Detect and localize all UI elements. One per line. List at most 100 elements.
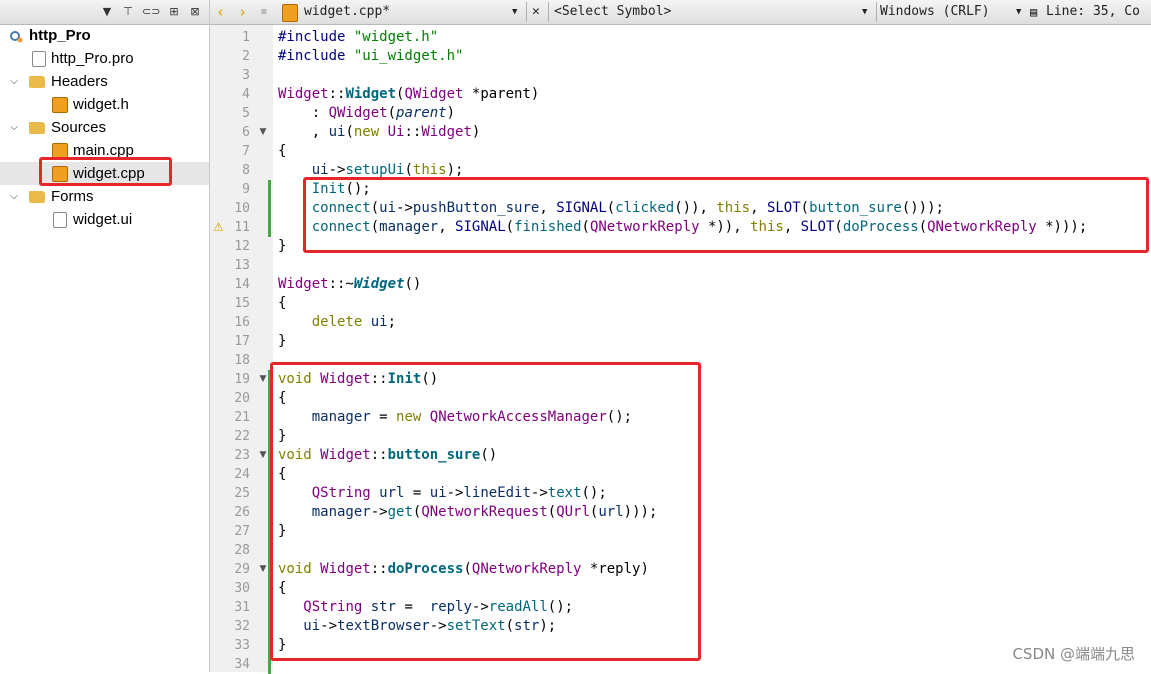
line-number: 28 [234,543,250,558]
line-number: 1 [242,30,250,45]
code-token: } [278,238,287,254]
code-token: ( [404,162,413,178]
fold-arrow-icon[interactable]: ▼ [258,123,268,142]
code-line[interactable]: , ui(new Ui::Widget) [278,123,481,142]
line-number: 27 [234,524,250,539]
code-token: ; [387,314,397,330]
code-token: ::~ [328,276,354,292]
tree-item-label: widget.ui [73,211,133,228]
code-token: : [278,105,329,121]
highlight-box [303,177,1149,253]
tree-item-sources[interactable]: ⌵ Sources [0,116,209,139]
forward-arrow-icon[interactable]: › [238,0,247,24]
line-number: 34 [234,657,250,672]
code-token: setupUi [345,162,405,178]
code-line[interactable]: delete ui; [278,313,396,332]
chevron-down-icon[interactable]: ▼ [1016,0,1021,24]
line-number: 31 [234,600,250,615]
code-line[interactable]: Widget::~Widget() [278,275,421,294]
line-number: 16 [234,315,250,330]
code-line[interactable]: : QWidget(parent) [278,104,455,123]
fold-arrow-icon[interactable]: ▼ [258,560,268,579]
tree-item-widget-h[interactable]: widget.h [0,93,209,116]
cursor-position[interactable]: Line: 35, Co [1046,0,1140,24]
change-marker [268,180,271,237]
link-icon[interactable]: ⊂⊃ [142,4,160,20]
split-icon[interactable]: ⊞ [166,4,182,20]
code-token: () [404,276,422,292]
folder-icon [29,122,45,134]
tree-item-label: Sources [51,119,107,136]
code-token: { [278,295,287,311]
code-line[interactable]: #include "ui_widget.h" [278,47,463,66]
warning-icon[interactable]: ⚠ [213,218,227,237]
line-number: 24 [234,467,250,482]
line-ending-selector[interactable]: Windows (CRLF) [880,0,990,24]
line-number: 8 [242,163,250,178]
code-line[interactable]: } [278,332,286,351]
code-token: Widget [278,276,329,292]
close-document-icon[interactable]: ✕ [532,0,540,24]
back-arrow-icon[interactable]: ‹ [216,0,225,24]
cpp-file-icon [282,4,298,22]
code-token: } [278,333,287,349]
line-number: 25 [234,486,250,501]
tree-item-project[interactable]: http_Pro [0,24,209,47]
code-token: Widget [345,86,397,102]
code-token: parent [396,105,447,121]
open-document-name[interactable]: widget.cpp* [304,0,390,24]
line-number: 13 [234,258,250,273]
code-token: ( [345,124,354,140]
line-number: 14 [234,277,250,292]
code-line[interactable]: Widget::Widget(QWidget *parent) [278,85,539,104]
line-number: 22 [234,429,250,444]
chevron-down-icon[interactable]: ⌵ [8,116,20,139]
line-number: 17 [234,334,250,349]
code-token: :: [328,86,346,102]
close-icon[interactable]: ⊠ [188,4,202,20]
line-number: 33 [234,638,250,653]
tree-item-headers[interactable]: ⌵ Headers [0,70,209,93]
watermark: CSDN @端端九思 [1012,645,1135,663]
chevron-down-icon[interactable]: ⌵ [8,70,20,93]
code-token: Widget [421,124,472,140]
code-token: ui [311,162,329,178]
code-token: ) [471,124,481,140]
tree-item-label: http_Pro [29,27,91,44]
chevron-down-icon[interactable]: ▼ [100,4,114,20]
line-number: 20 [234,391,250,406]
fold-arrow-icon[interactable]: ▼ [258,446,268,465]
tree-item-label: widget.h [73,96,129,113]
line-number: 12 [234,239,250,254]
line-number: 29 [234,562,250,577]
line-number: 7 [242,144,250,159]
code-token: delete [311,314,363,330]
code-token: "widget.h" [353,29,439,45]
tree-item-label: Forms [51,188,94,205]
editor-toolbar: ‹ › ▪ widget.cpp* ▼ ✕ <Select Symbol> ▼ … [210,0,1151,25]
code-token: #include [278,48,354,64]
code-token: QWidget [328,105,388,121]
line-number: 9 [242,182,250,197]
code-token: ui [370,314,388,330]
code-line[interactable]: { [278,294,286,313]
chevron-down-icon[interactable]: ⌵ [8,185,20,208]
tree-item-forms[interactable]: ⌵ Forms [0,185,209,208]
document-icon: ▤ [1030,5,1038,19]
code-line[interactable]: { [278,142,286,161]
tree-item-widget-ui[interactable]: widget.ui [0,208,209,231]
filter-icon[interactable]: ⊤ [120,4,136,20]
code-token: Ui [387,124,405,140]
fold-arrow-icon[interactable]: ▼ [258,370,268,389]
tree-item-pro-file[interactable]: http_Pro.pro [0,47,209,70]
code-token: #include [278,29,354,45]
chevron-down-icon[interactable]: ▼ [862,0,867,24]
code-line[interactable]: } [278,237,286,256]
line-number: 3 [242,68,250,83]
symbol-selector[interactable]: <Select Symbol> [554,0,671,24]
chevron-down-icon[interactable]: ▼ [512,0,517,24]
code-line[interactable]: #include "widget.h" [278,28,438,47]
